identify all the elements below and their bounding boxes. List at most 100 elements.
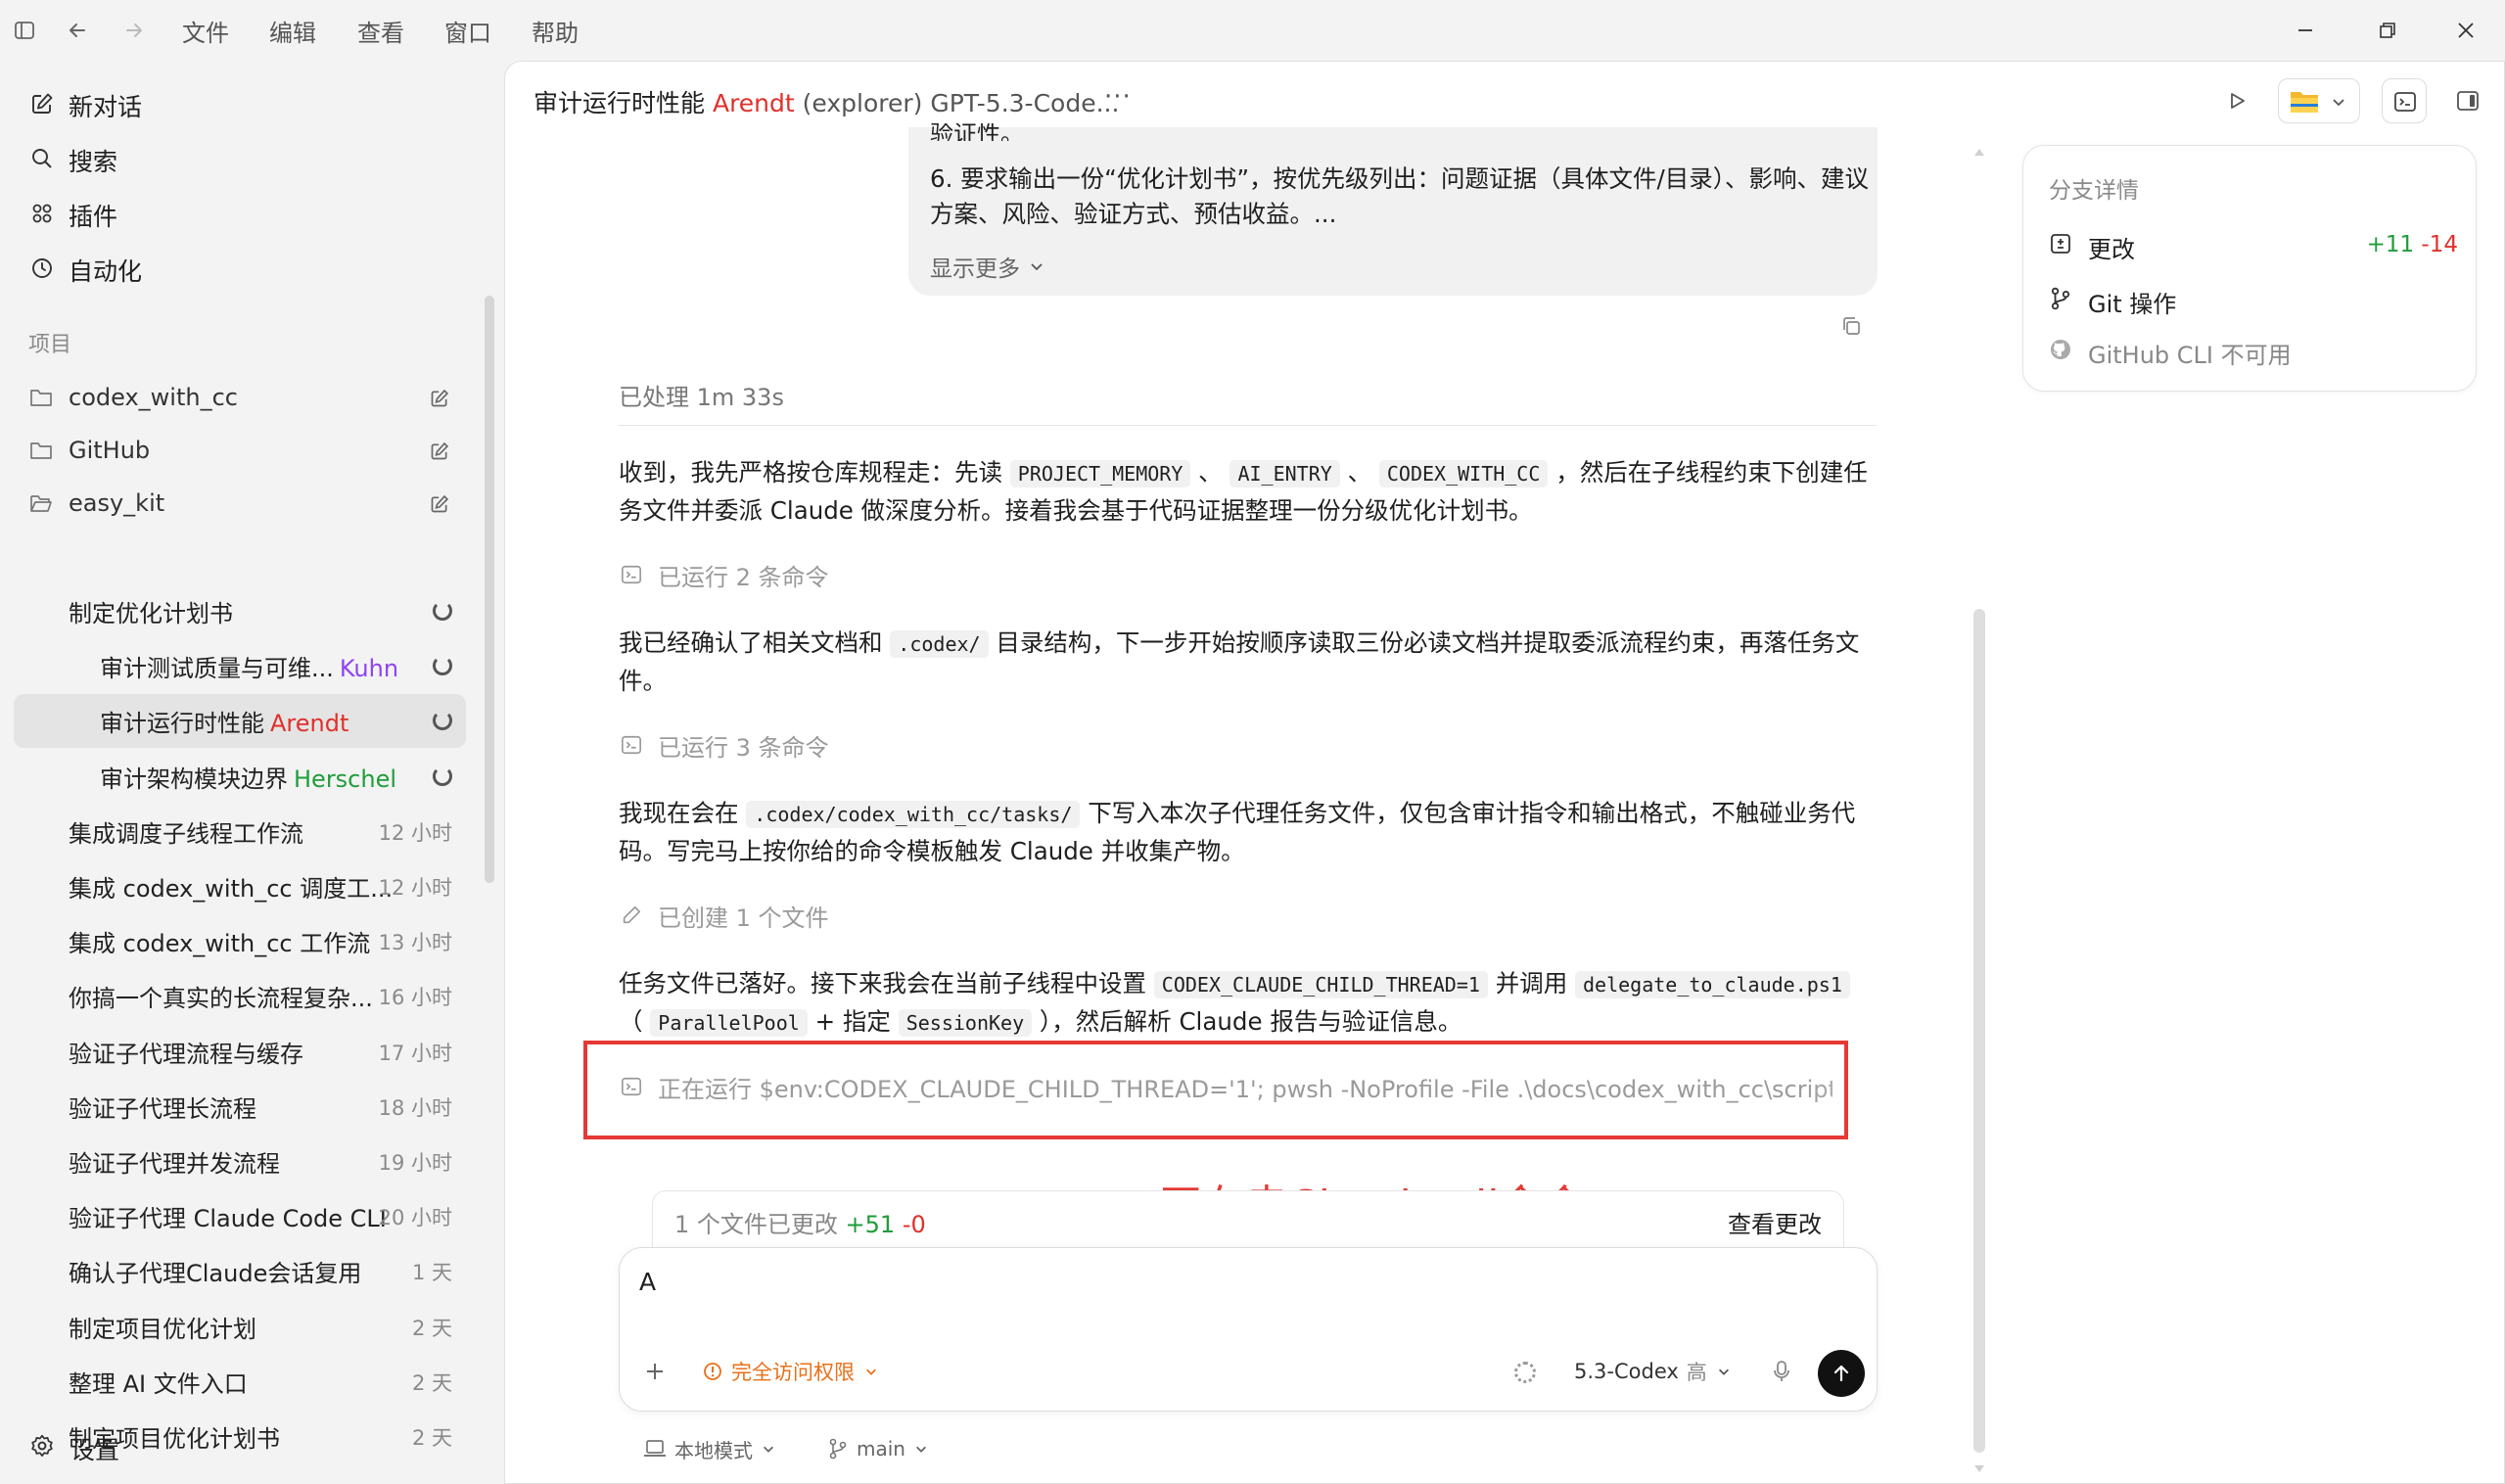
plugin-icon bbox=[27, 199, 57, 228]
project-label: easy_kit bbox=[69, 489, 165, 517]
thread-item[interactable]: 制定优化计划书 bbox=[0, 585, 480, 636]
thread-time: 1 天 bbox=[411, 1261, 452, 1284]
forward-arrow-icon[interactable] bbox=[119, 16, 149, 45]
add-attachment-icon[interactable] bbox=[639, 1356, 671, 1387]
thread-title-text: 验证子代理流程与缓存 bbox=[69, 1041, 303, 1068]
git-branch-icon bbox=[827, 1438, 849, 1460]
created-file-event[interactable]: 已创建 1 个文件 bbox=[619, 899, 829, 932]
scroll-up-arrow-icon[interactable] bbox=[1973, 147, 1984, 157]
thread-time: 2 天 bbox=[411, 1317, 452, 1340]
thread-item[interactable]: 验证子代理流程与缓存 17 小时 bbox=[0, 1026, 480, 1077]
new-thread-icon[interactable] bbox=[427, 439, 452, 464]
thread-item[interactable]: 确认子代理Claude会话复用 1 天 bbox=[0, 1245, 480, 1296]
new-chat-button[interactable]: 新对话 bbox=[14, 80, 466, 127]
thread-header: 审计运行时性能 Arendt (explorer) GPT-5.3-Code..… bbox=[533, 84, 1119, 123]
show-more-button[interactable]: 显示更多 bbox=[930, 251, 1045, 282]
ran-commands-3[interactable]: 已运行 3 条命令 bbox=[619, 728, 829, 762]
thread-item[interactable]: 审计架构模块边界 Herschel bbox=[0, 751, 480, 802]
thread-title-text: 审计运行时性能 bbox=[100, 710, 264, 737]
main-scrollbar[interactable] bbox=[1973, 609, 1985, 1453]
branch-dropdown[interactable]: main bbox=[827, 1433, 929, 1464]
message-text: 、 bbox=[1339, 458, 1379, 487]
composer: A 完全访问权限 5.3-Codex 高 bbox=[619, 1247, 1878, 1412]
more-options-button[interactable]: ··· bbox=[1104, 82, 1132, 112]
inline-code: ParallelPool bbox=[650, 1009, 808, 1037]
message-input[interactable]: A bbox=[639, 1268, 1843, 1307]
terminal-icon bbox=[619, 732, 644, 758]
menu-view[interactable]: 查看 bbox=[357, 14, 404, 48]
automation-button[interactable]: 自动化 bbox=[14, 245, 466, 292]
thread-title: 整理 AI 文件入口 bbox=[69, 1365, 248, 1399]
assistant-message: 我已经确认了相关文档和 .codex/ 目录结构，下一步开始按顺序读取三份必读文… bbox=[619, 625, 1877, 700]
terminal-button[interactable] bbox=[2382, 78, 2427, 123]
thread-time: 16 小时 bbox=[378, 986, 452, 1009]
menu-edit[interactable]: 编辑 bbox=[269, 14, 316, 48]
thread-item[interactable]: 审计测试质量与可维... Kuhn bbox=[0, 640, 480, 691]
project-easy-kit[interactable]: easy_kit bbox=[14, 480, 466, 529]
changes-row[interactable]: 更改 +11 -14 bbox=[2047, 224, 2458, 263]
minimize-icon[interactable] bbox=[2291, 16, 2320, 45]
thread-agent-name: Herschel bbox=[294, 765, 397, 793]
thread-time: 18 小时 bbox=[378, 1096, 452, 1120]
search-button[interactable]: 搜索 bbox=[14, 135, 466, 182]
scroll-down-arrow-icon[interactable] bbox=[1973, 1464, 1985, 1474]
run-icon[interactable] bbox=[2222, 86, 2251, 116]
menu-help[interactable]: 帮助 bbox=[532, 14, 579, 48]
thread-item[interactable]: 验证子代理 Claude Code CLI 20 小时 bbox=[0, 1190, 480, 1241]
branch-details-panel: 分支详情 更改 +11 -14 Git 操作 GitHub CLI 不可用 bbox=[2022, 145, 2477, 392]
thread-title: 审计运行时性能 bbox=[533, 89, 706, 117]
thread-item[interactable]: 验证子代理长流程 18 小时 bbox=[0, 1081, 480, 1132]
thread-item[interactable]: 集成调度子线程工作流 12 小时 bbox=[0, 806, 480, 857]
sidebar-toggle-icon[interactable] bbox=[10, 16, 39, 45]
thread-item[interactable]: 验证子代理并发流程 19 小时 bbox=[0, 1136, 480, 1186]
mode-dropdown[interactable]: 本地模式 bbox=[643, 1433, 776, 1464]
thread-title: 验证子代理流程与缓存 bbox=[69, 1035, 303, 1069]
close-icon[interactable] bbox=[2451, 16, 2481, 45]
thread-title: 确认子代理Claude会话复用 bbox=[69, 1254, 361, 1288]
thread-model: (explorer) GPT-5.3-Code... bbox=[802, 89, 1120, 117]
new-thread-icon[interactable] bbox=[427, 491, 452, 517]
microphone-icon[interactable] bbox=[1767, 1356, 1796, 1387]
folder-icon bbox=[27, 384, 55, 411]
message-text: + 指定 bbox=[807, 1007, 899, 1036]
project-codex-with-cc[interactable]: codex_with_cc bbox=[14, 374, 466, 423]
project-github[interactable]: GitHub bbox=[14, 427, 466, 476]
github-cli-row: GitHub CLI 不可用 bbox=[2047, 330, 2458, 369]
ran-commands-label: 已运行 3 条命令 bbox=[658, 733, 829, 762]
new-thread-icon[interactable] bbox=[427, 386, 452, 411]
menu-file[interactable]: 文件 bbox=[182, 14, 229, 48]
open-in-folder-button[interactable] bbox=[2278, 78, 2360, 123]
thread-agent-name: Arendt bbox=[270, 710, 349, 737]
back-arrow-icon[interactable] bbox=[63, 16, 92, 45]
thread-item[interactable]: 审计运行时性能 Arendt bbox=[0, 694, 480, 748]
ran-commands-2[interactable]: 已运行 2 条命令 bbox=[619, 558, 829, 591]
restore-icon[interactable] bbox=[2373, 16, 2402, 45]
message-text: 我已经确认了相关文档和 bbox=[619, 628, 891, 657]
message-text: 收到，我先严格按仓库规程走：先读 bbox=[619, 458, 1010, 487]
thread-item[interactable]: 你搞一个真实的长流程复杂... 16 小时 bbox=[0, 970, 480, 1021]
panel-toggle-icon[interactable] bbox=[2453, 86, 2482, 116]
thread-item[interactable]: 制定项目优化计划 2 天 bbox=[0, 1301, 480, 1352]
chevron-down-icon bbox=[862, 1363, 880, 1380]
copy-icon[interactable] bbox=[1836, 311, 1866, 341]
thread-time: 20 小时 bbox=[378, 1206, 452, 1229]
thread-item[interactable]: 集成 codex_with_cc 调度工... 12 小时 bbox=[0, 860, 480, 911]
sidebar-scrollbar[interactable] bbox=[485, 296, 494, 883]
send-button[interactable] bbox=[1818, 1350, 1865, 1397]
model-selector[interactable]: 5.3-Codex 高 bbox=[1574, 1356, 1733, 1387]
access-level-dropdown[interactable]: 完全访问权限 bbox=[702, 1356, 880, 1387]
git-actions-row[interactable]: Git 操作 bbox=[2047, 279, 2458, 318]
thread-agent-name: Kuhn bbox=[339, 655, 399, 682]
thread-title-text: 整理 AI 文件入口 bbox=[69, 1370, 248, 1398]
menu-window[interactable]: 窗口 bbox=[444, 14, 491, 48]
processed-duration: 已处理 1m 33s bbox=[619, 384, 784, 411]
thread-item[interactable]: 整理 AI 文件入口 2 天 bbox=[0, 1356, 480, 1407]
plugins-button[interactable]: 插件 bbox=[14, 190, 466, 237]
changes-bar: 1 个文件已更改 +51 -0 查看更改 bbox=[652, 1190, 1844, 1249]
settings-button[interactable]: 设置 bbox=[14, 1421, 466, 1470]
thread-title-text: 验证子代理长流程 bbox=[69, 1095, 256, 1123]
thread-item[interactable]: 集成 codex_with_cc 工作流 13 小时 bbox=[0, 915, 480, 966]
terminal-icon bbox=[2391, 88, 2419, 116]
thread-title-text: 集成 codex_with_cc 工作流 bbox=[69, 930, 371, 957]
view-changes-button[interactable]: 查看更改 bbox=[1728, 1205, 1822, 1239]
